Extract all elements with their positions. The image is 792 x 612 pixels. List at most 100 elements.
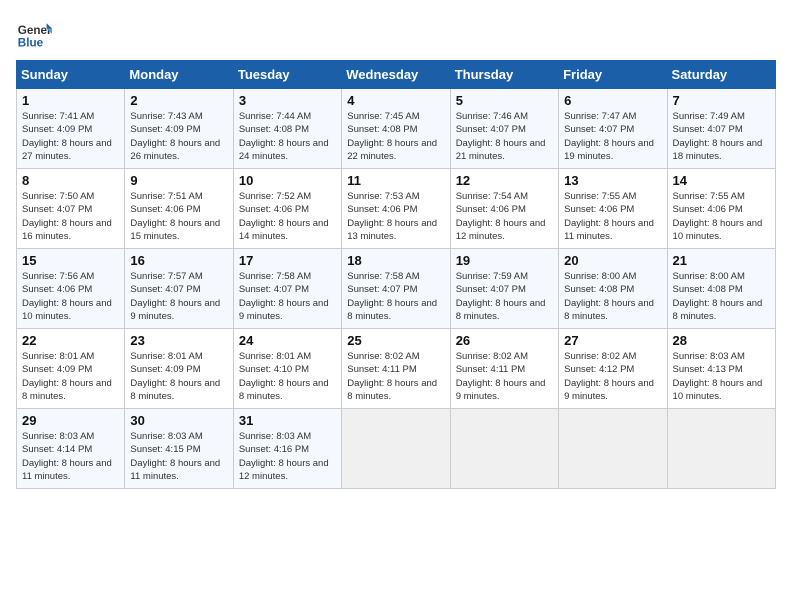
- day-info: Sunrise: 8:01 AMSunset: 4:09 PMDaylight:…: [130, 350, 227, 403]
- calendar-table: SundayMondayTuesdayWednesdayThursdayFrid…: [16, 60, 776, 489]
- calendar-day-cell: 1Sunrise: 7:41 AMSunset: 4:09 PMDaylight…: [17, 89, 125, 169]
- day-number: 13: [564, 173, 661, 188]
- calendar-day-cell: 13 Sunrise: 7:55 AMSunset: 4:06 PMDayligh…: [559, 169, 667, 249]
- calendar-header: SundayMondayTuesdayWednesdayThursdayFrid…: [17, 61, 776, 89]
- calendar-day-cell: 5 Sunrise: 7:46 AMSunset: 4:07 PMDaylight…: [450, 89, 558, 169]
- calendar-day-cell: 26 Sunrise: 8:02 AMSunset: 4:11 PMDayligh…: [450, 329, 558, 409]
- day-number: 11: [347, 173, 444, 188]
- day-number: 29: [22, 413, 119, 428]
- calendar-day-cell: 7 Sunrise: 7:49 AMSunset: 4:07 PMDaylight…: [667, 89, 775, 169]
- calendar-week-row: 29 Sunrise: 8:03 AMSunset: 4:14 PMDayligh…: [17, 409, 776, 489]
- day-info: Sunrise: 8:02 AMSunset: 4:11 PMDaylight:…: [347, 350, 444, 403]
- calendar-day-cell: 9 Sunrise: 7:51 AMSunset: 4:06 PMDaylight…: [125, 169, 233, 249]
- day-number: 9: [130, 173, 227, 188]
- day-number: 18: [347, 253, 444, 268]
- day-number: 15: [22, 253, 119, 268]
- day-info: Sunrise: 8:02 AMSunset: 4:11 PMDaylight:…: [456, 350, 553, 403]
- day-info: Sunrise: 8:00 AMSunset: 4:08 PMDaylight:…: [564, 270, 661, 323]
- calendar-day-cell: [559, 409, 667, 489]
- day-number: 21: [673, 253, 770, 268]
- day-info: Sunrise: 7:51 AMSunset: 4:06 PMDaylight:…: [130, 190, 227, 243]
- day-info: Sunrise: 7:54 AMSunset: 4:06 PMDaylight:…: [456, 190, 553, 243]
- calendar-day-cell: 11 Sunrise: 7:53 AMSunset: 4:06 PMDayligh…: [342, 169, 450, 249]
- weekday-header-saturday: Saturday: [667, 61, 775, 89]
- calendar-body: 1Sunrise: 7:41 AMSunset: 4:09 PMDaylight…: [17, 89, 776, 489]
- day-info: Sunrise: 7:58 AMSunset: 4:07 PMDaylight:…: [347, 270, 444, 323]
- calendar-day-cell: 3Sunrise: 7:44 AMSunset: 4:08 PMDaylight…: [233, 89, 341, 169]
- day-number: 22: [22, 333, 119, 348]
- calendar-day-cell: 21 Sunrise: 8:00 AMSunset: 4:08 PMDayligh…: [667, 249, 775, 329]
- calendar-day-cell: 4Sunrise: 7:45 AMSunset: 4:08 PMDaylight…: [342, 89, 450, 169]
- day-info: Sunrise: 7:41 AMSunset: 4:09 PMDaylight:…: [22, 110, 119, 163]
- logo-icon: General Blue: [16, 16, 52, 52]
- calendar-day-cell: 23Sunrise: 8:01 AMSunset: 4:09 PMDayligh…: [125, 329, 233, 409]
- day-info: Sunrise: 7:57 AMSunset: 4:07 PMDaylight:…: [130, 270, 227, 323]
- day-info: Sunrise: 7:55 AMSunset: 4:06 PMDaylight:…: [673, 190, 770, 243]
- weekday-header-tuesday: Tuesday: [233, 61, 341, 89]
- day-number: 27: [564, 333, 661, 348]
- calendar-day-cell: 14 Sunrise: 7:55 AMSunset: 4:06 PMDayligh…: [667, 169, 775, 249]
- calendar-day-cell: 2Sunrise: 7:43 AMSunset: 4:09 PMDaylight…: [125, 89, 233, 169]
- day-number: 19: [456, 253, 553, 268]
- day-info: Sunrise: 7:55 AMSunset: 4:06 PMDaylight:…: [564, 190, 661, 243]
- day-info: Sunrise: 7:49 AMSunset: 4:07 PMDaylight:…: [673, 110, 770, 163]
- day-info: Sunrise: 8:01 AMSunset: 4:09 PMDaylight:…: [22, 350, 119, 403]
- weekday-header-wednesday: Wednesday: [342, 61, 450, 89]
- calendar-day-cell: [342, 409, 450, 489]
- day-number: 8: [22, 173, 119, 188]
- calendar-day-cell: 15 Sunrise: 7:56 AMSunset: 4:06 PMDayligh…: [17, 249, 125, 329]
- calendar-day-cell: 16Sunrise: 7:57 AMSunset: 4:07 PMDayligh…: [125, 249, 233, 329]
- day-info: Sunrise: 8:03 AMSunset: 4:14 PMDaylight:…: [22, 430, 119, 483]
- day-info: Sunrise: 7:56 AMSunset: 4:06 PMDaylight:…: [22, 270, 119, 323]
- day-info: Sunrise: 7:58 AMSunset: 4:07 PMDaylight:…: [239, 270, 336, 323]
- day-info: Sunrise: 8:00 AMSunset: 4:08 PMDaylight:…: [673, 270, 770, 323]
- calendar-day-cell: 10 Sunrise: 7:52 AMSunset: 4:06 PMDayligh…: [233, 169, 341, 249]
- day-info: Sunrise: 7:53 AMSunset: 4:06 PMDaylight:…: [347, 190, 444, 243]
- calendar-day-cell: [667, 409, 775, 489]
- day-number: 17: [239, 253, 336, 268]
- calendar-day-cell: 31Sunrise: 8:03 AMSunset: 4:16 PMDayligh…: [233, 409, 341, 489]
- calendar-day-cell: 22 Sunrise: 8:01 AMSunset: 4:09 PMDayligh…: [17, 329, 125, 409]
- calendar-week-row: 15 Sunrise: 7:56 AMSunset: 4:06 PMDayligh…: [17, 249, 776, 329]
- day-info: Sunrise: 7:59 AMSunset: 4:07 PMDaylight:…: [456, 270, 553, 323]
- calendar-day-cell: 12 Sunrise: 7:54 AMSunset: 4:06 PMDayligh…: [450, 169, 558, 249]
- day-number: 10: [239, 173, 336, 188]
- calendar-week-row: 22 Sunrise: 8:01 AMSunset: 4:09 PMDayligh…: [17, 329, 776, 409]
- day-number: 20: [564, 253, 661, 268]
- day-number: 24: [239, 333, 336, 348]
- calendar-day-cell: 30Sunrise: 8:03 AMSunset: 4:15 PMDayligh…: [125, 409, 233, 489]
- svg-text:Blue: Blue: [18, 37, 44, 50]
- day-number: 7: [673, 93, 770, 108]
- day-info: Sunrise: 8:03 AMSunset: 4:13 PMDaylight:…: [673, 350, 770, 403]
- day-number: 2: [130, 93, 227, 108]
- day-info: Sunrise: 8:03 AMSunset: 4:15 PMDaylight:…: [130, 430, 227, 483]
- calendar-day-cell: 20 Sunrise: 8:00 AMSunset: 4:08 PMDayligh…: [559, 249, 667, 329]
- weekday-header-monday: Monday: [125, 61, 233, 89]
- day-number: 14: [673, 173, 770, 188]
- day-info: Sunrise: 8:02 AMSunset: 4:12 PMDaylight:…: [564, 350, 661, 403]
- calendar-day-cell: 19 Sunrise: 7:59 AMSunset: 4:07 PMDayligh…: [450, 249, 558, 329]
- weekday-header-friday: Friday: [559, 61, 667, 89]
- calendar-week-row: 8 Sunrise: 7:50 AMSunset: 4:07 PMDaylight…: [17, 169, 776, 249]
- day-info: Sunrise: 7:45 AMSunset: 4:08 PMDaylight:…: [347, 110, 444, 163]
- day-info: Sunrise: 7:50 AMSunset: 4:07 PMDaylight:…: [22, 190, 119, 243]
- day-info: Sunrise: 7:46 AMSunset: 4:07 PMDaylight:…: [456, 110, 553, 163]
- calendar-week-row: 1Sunrise: 7:41 AMSunset: 4:09 PMDaylight…: [17, 89, 776, 169]
- day-info: Sunrise: 7:52 AMSunset: 4:06 PMDaylight:…: [239, 190, 336, 243]
- weekday-header-thursday: Thursday: [450, 61, 558, 89]
- day-number: 6: [564, 93, 661, 108]
- calendar-day-cell: 17 Sunrise: 7:58 AMSunset: 4:07 PMDayligh…: [233, 249, 341, 329]
- day-info: Sunrise: 7:47 AMSunset: 4:07 PMDaylight:…: [564, 110, 661, 163]
- calendar-day-cell: 18 Sunrise: 7:58 AMSunset: 4:07 PMDayligh…: [342, 249, 450, 329]
- day-number: 12: [456, 173, 553, 188]
- day-number: 28: [673, 333, 770, 348]
- calendar-day-cell: 29 Sunrise: 8:03 AMSunset: 4:14 PMDayligh…: [17, 409, 125, 489]
- weekday-header-row: SundayMondayTuesdayWednesdayThursdayFrid…: [17, 61, 776, 89]
- weekday-header-sunday: Sunday: [17, 61, 125, 89]
- calendar-day-cell: 24Sunrise: 8:01 AMSunset: 4:10 PMDayligh…: [233, 329, 341, 409]
- day-number: 26: [456, 333, 553, 348]
- day-info: Sunrise: 7:44 AMSunset: 4:08 PMDaylight:…: [239, 110, 336, 163]
- calendar-day-cell: 25Sunrise: 8:02 AMSunset: 4:11 PMDayligh…: [342, 329, 450, 409]
- day-number: 5: [456, 93, 553, 108]
- calendar-day-cell: 27 Sunrise: 8:02 AMSunset: 4:12 PMDayligh…: [559, 329, 667, 409]
